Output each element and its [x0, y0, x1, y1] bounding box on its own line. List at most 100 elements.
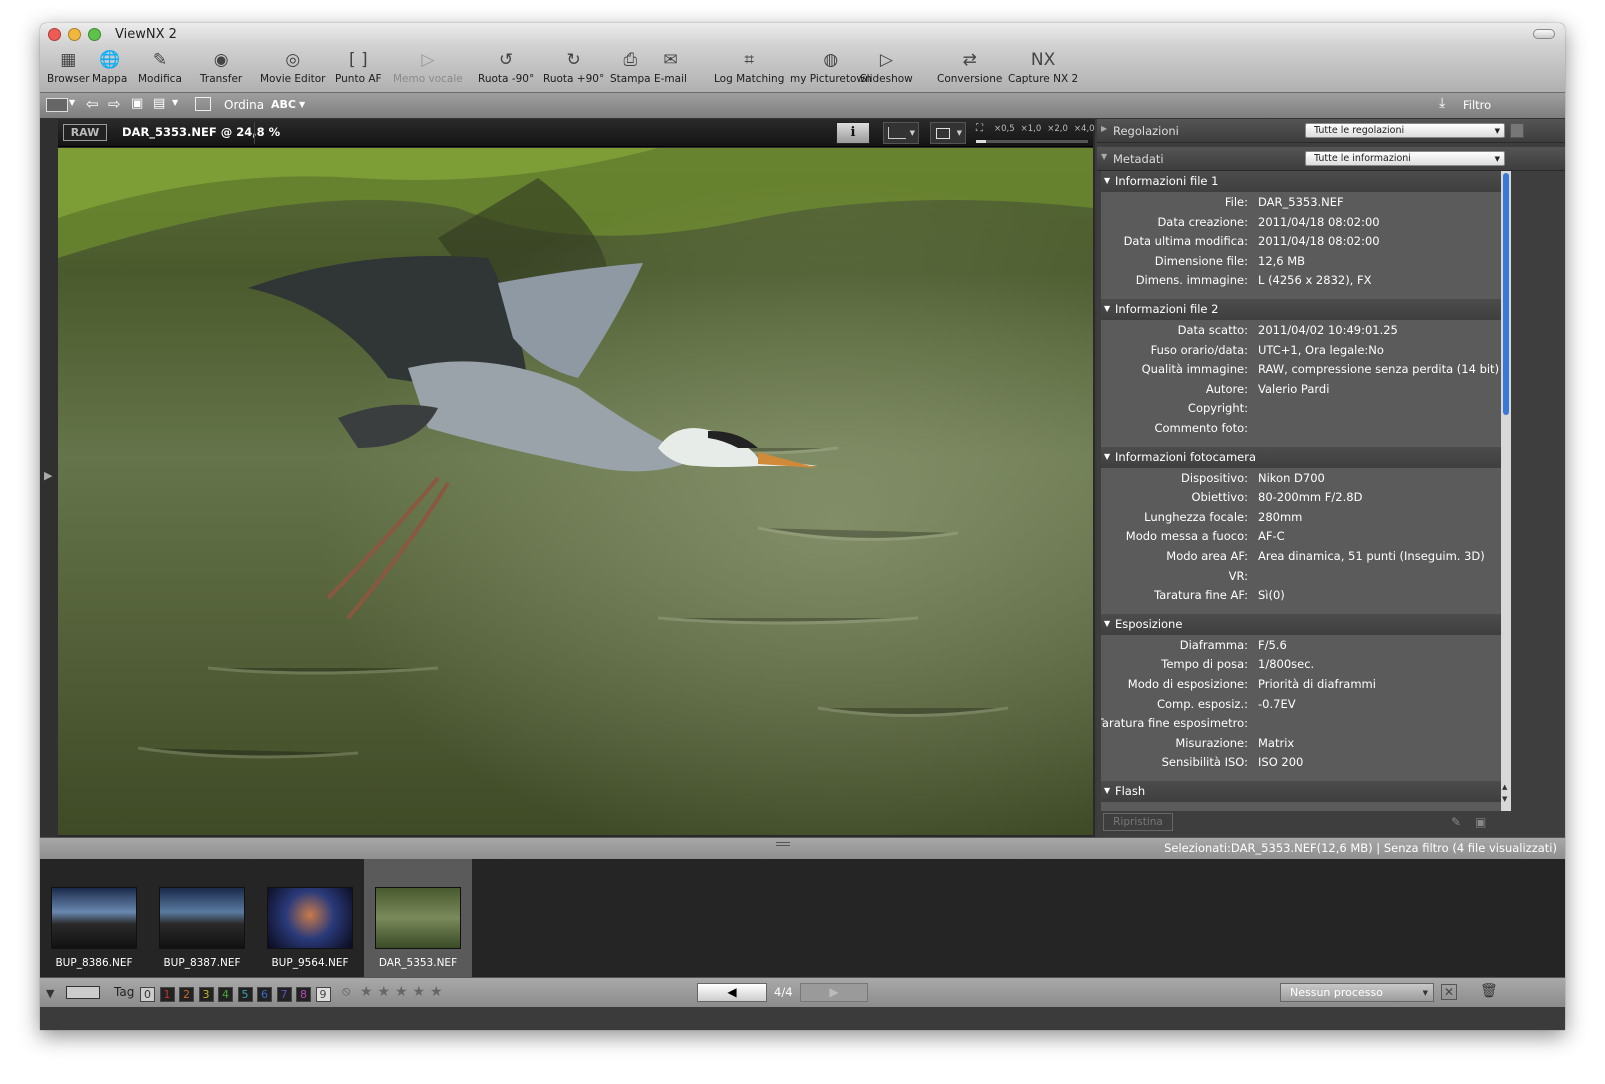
metadata-edit-icon[interactable]: ✎ [1451, 815, 1461, 829]
metadata-section-header[interactable]: ▼ Informazioni file 1 [1101, 171, 1501, 192]
histogram-button[interactable]: ▼ [883, 122, 919, 144]
parent-folder-icon[interactable]: ▣ [131, 96, 143, 111]
toolbar-label: Modifica [138, 73, 182, 85]
histogram-icon [888, 127, 906, 139]
rating-star-icon[interactable]: ★ [378, 984, 391, 1000]
toolbar-camera-button[interactable]: ◉ Transfer [200, 49, 242, 85]
zoom-fit-icon[interactable]: ⛶ [976, 123, 983, 134]
rating-star-icon[interactable]: ★ [395, 984, 408, 1000]
toolbar-af-point-button[interactable]: [ ] Punto AF [335, 49, 382, 85]
metadata-section-header[interactable]: ▼ Informazioni file 2 [1101, 299, 1501, 320]
zoom-button[interactable] [88, 28, 101, 41]
resize-handle[interactable] [776, 842, 790, 846]
adjustments-select[interactable]: Tutte le regolazioni ▼ [1305, 123, 1505, 138]
metadata-value: Nikon D700 [1258, 470, 1325, 485]
metadata-key: Modo messa a fuoco: [1125, 529, 1248, 544]
metadata-section-header[interactable]: ▼ Esposizione [1101, 613, 1501, 635]
metadata-select[interactable]: Tutte le informazioni ▼ [1305, 151, 1505, 166]
prev-image-button[interactable]: ◀ [697, 983, 767, 1002]
toolbar-play-button[interactable]: ▷ Memo vocale [393, 49, 463, 85]
toolbar-capture-nx-button[interactable]: NX Capture NX 2 [1008, 49, 1078, 85]
minimize-button[interactable] [68, 28, 81, 41]
toolbar-slideshow-button[interactable]: ▷ Slideshow [860, 49, 913, 85]
toolbar-rotate-left-button[interactable]: ↺ Ruota -90° [478, 49, 534, 85]
sort-abc-button[interactable]: ABC [271, 98, 296, 111]
no-rating-icon[interactable]: ⦸ [342, 984, 350, 999]
tag-button[interactable]: 1 [159, 987, 175, 1002]
toolbar-film-button[interactable]: ◎ Movie Editor [260, 49, 326, 85]
filter-icon[interactable]: ⤓ [1439, 95, 1445, 111]
thumbnail[interactable]: BUP_8386.NEF [40, 859, 148, 977]
metadata-section-header[interactable]: ▼ Informazioni fotocamera [1101, 446, 1501, 468]
sort-dropdown-icon[interactable]: ▼ [299, 100, 305, 109]
view-mode-icon[interactable] [46, 98, 68, 112]
close-button[interactable] [48, 28, 61, 41]
zoom-slider[interactable] [976, 140, 1088, 143]
thumbnail[interactable]: BUP_8387.NEF [148, 859, 256, 977]
rating-star-icon[interactable]: ★ [360, 984, 373, 1000]
scrollbar-thumb[interactable] [1503, 173, 1509, 415]
zoom-option[interactable]: ×2,0 [1047, 124, 1068, 134]
forward-arrow-icon[interactable]: ⇨ [108, 95, 121, 113]
back-arrow-icon[interactable]: ⇦ [86, 95, 99, 113]
tag-button[interactable]: 3 [198, 987, 214, 1002]
cancel-process-icon[interactable]: ✕ [1441, 984, 1457, 1000]
left-panel-collapse[interactable]: ▶ [40, 119, 58, 837]
metadata-value: ISO 200 [1258, 755, 1304, 770]
toolbar-toggle-button[interactable] [1533, 29, 1555, 39]
save-icon[interactable]: ▣ [1475, 815, 1486, 829]
thumbnail-image [375, 887, 461, 949]
toolbar-log-button[interactable]: ⌗ Log Matching [714, 49, 784, 85]
tag-button[interactable]: 9 [315, 987, 331, 1002]
zoom-option[interactable]: ×0,5 [994, 124, 1015, 134]
thumbnail[interactable]: DAR_5353.NEF [364, 859, 472, 977]
compare-icon[interactable] [195, 97, 211, 111]
metadata-value: Sì(0) [1258, 588, 1285, 603]
toolbar-browser-button[interactable]: ▦ Browser [47, 49, 90, 85]
thumbnail-size-icon[interactable] [66, 986, 100, 999]
adjustments-header[interactable]: ▶ Regolazioni Tutte le regolazioni ▼ [1097, 119, 1565, 143]
toolbar-print-button[interactable]: ⎙ Stampa [610, 49, 651, 85]
tag-button[interactable]: 2 [179, 987, 194, 1002]
metadata-value: L (4256 x 2832), FX [1258, 273, 1372, 288]
toolbar-mail-button[interactable]: ✉ E-mail [654, 49, 687, 85]
metadata-row: VR: [1101, 567, 1501, 586]
scroll-down-icon[interactable]: ▼ [1502, 795, 1507, 803]
expand-left-icon[interactable]: ▶ [44, 469, 52, 482]
tag-button[interactable]: 0 [140, 987, 155, 1002]
adjust-options-icon[interactable] [1510, 123, 1524, 138]
tag-button[interactable]: 8 [296, 987, 311, 1002]
toolbar-convert-button[interactable]: ⇄ Conversione [937, 49, 1002, 85]
zoom-slider-thumb[interactable] [976, 140, 986, 143]
tag-button[interactable]: 4 [218, 987, 233, 1002]
thumbnail[interactable]: BUP_9564.NEF [256, 859, 364, 977]
metadata-scrollbar[interactable]: ▲ ▼ [1501, 171, 1511, 811]
metadata-section-header[interactable]: ▼ Flash [1101, 781, 1501, 802]
folder-history-icon[interactable]: ▤ [153, 96, 165, 111]
filter-label[interactable]: Filtro [1463, 98, 1491, 112]
metadata-key: Lunghezza focale: [1144, 509, 1248, 524]
scroll-up-icon[interactable]: ▲ [1502, 783, 1507, 791]
zoom-option[interactable]: ×1,0 [1021, 124, 1042, 134]
tag-button[interactable]: 5 [237, 987, 253, 1002]
filmstrip-toggle-icon[interactable]: ▼ [46, 987, 54, 1000]
info-icon[interactable]: i [836, 122, 870, 144]
view-mode-dropdown-icon[interactable]: ▼ [69, 98, 75, 107]
rating-star-icon[interactable]: ★ [430, 984, 443, 1000]
metadata-header[interactable]: ▼ Metadati Tutte le informazioni ▼ [1097, 147, 1565, 171]
trash-icon[interactable]: 🗑 [1480, 983, 1498, 999]
zoom-option[interactable]: ×4,0 [1074, 124, 1095, 134]
fit-screen-button[interactable]: ▼ [930, 122, 966, 144]
toolbar-globe-button[interactable]: 🌐 Mappa [92, 49, 127, 85]
reset-button[interactable]: Ripristina [1103, 813, 1173, 831]
process-select[interactable]: Nessun processo ▼ [1280, 983, 1434, 1002]
history-dropdown-icon[interactable]: ▼ [172, 98, 178, 107]
rating-star-icon[interactable]: ★ [413, 984, 426, 1000]
toolbar-edit-button[interactable]: ✎ Modifica [138, 49, 182, 85]
tag-button[interactable]: 6 [257, 987, 272, 1002]
main-photo[interactable] [58, 148, 1093, 835]
metadata-value: AF-C [1258, 529, 1285, 544]
toolbar-rotate-right-button[interactable]: ↻ Ruota +90° [543, 49, 604, 85]
next-image-button[interactable]: ▶ [800, 983, 868, 1002]
tag-button[interactable]: 7 [276, 987, 292, 1002]
